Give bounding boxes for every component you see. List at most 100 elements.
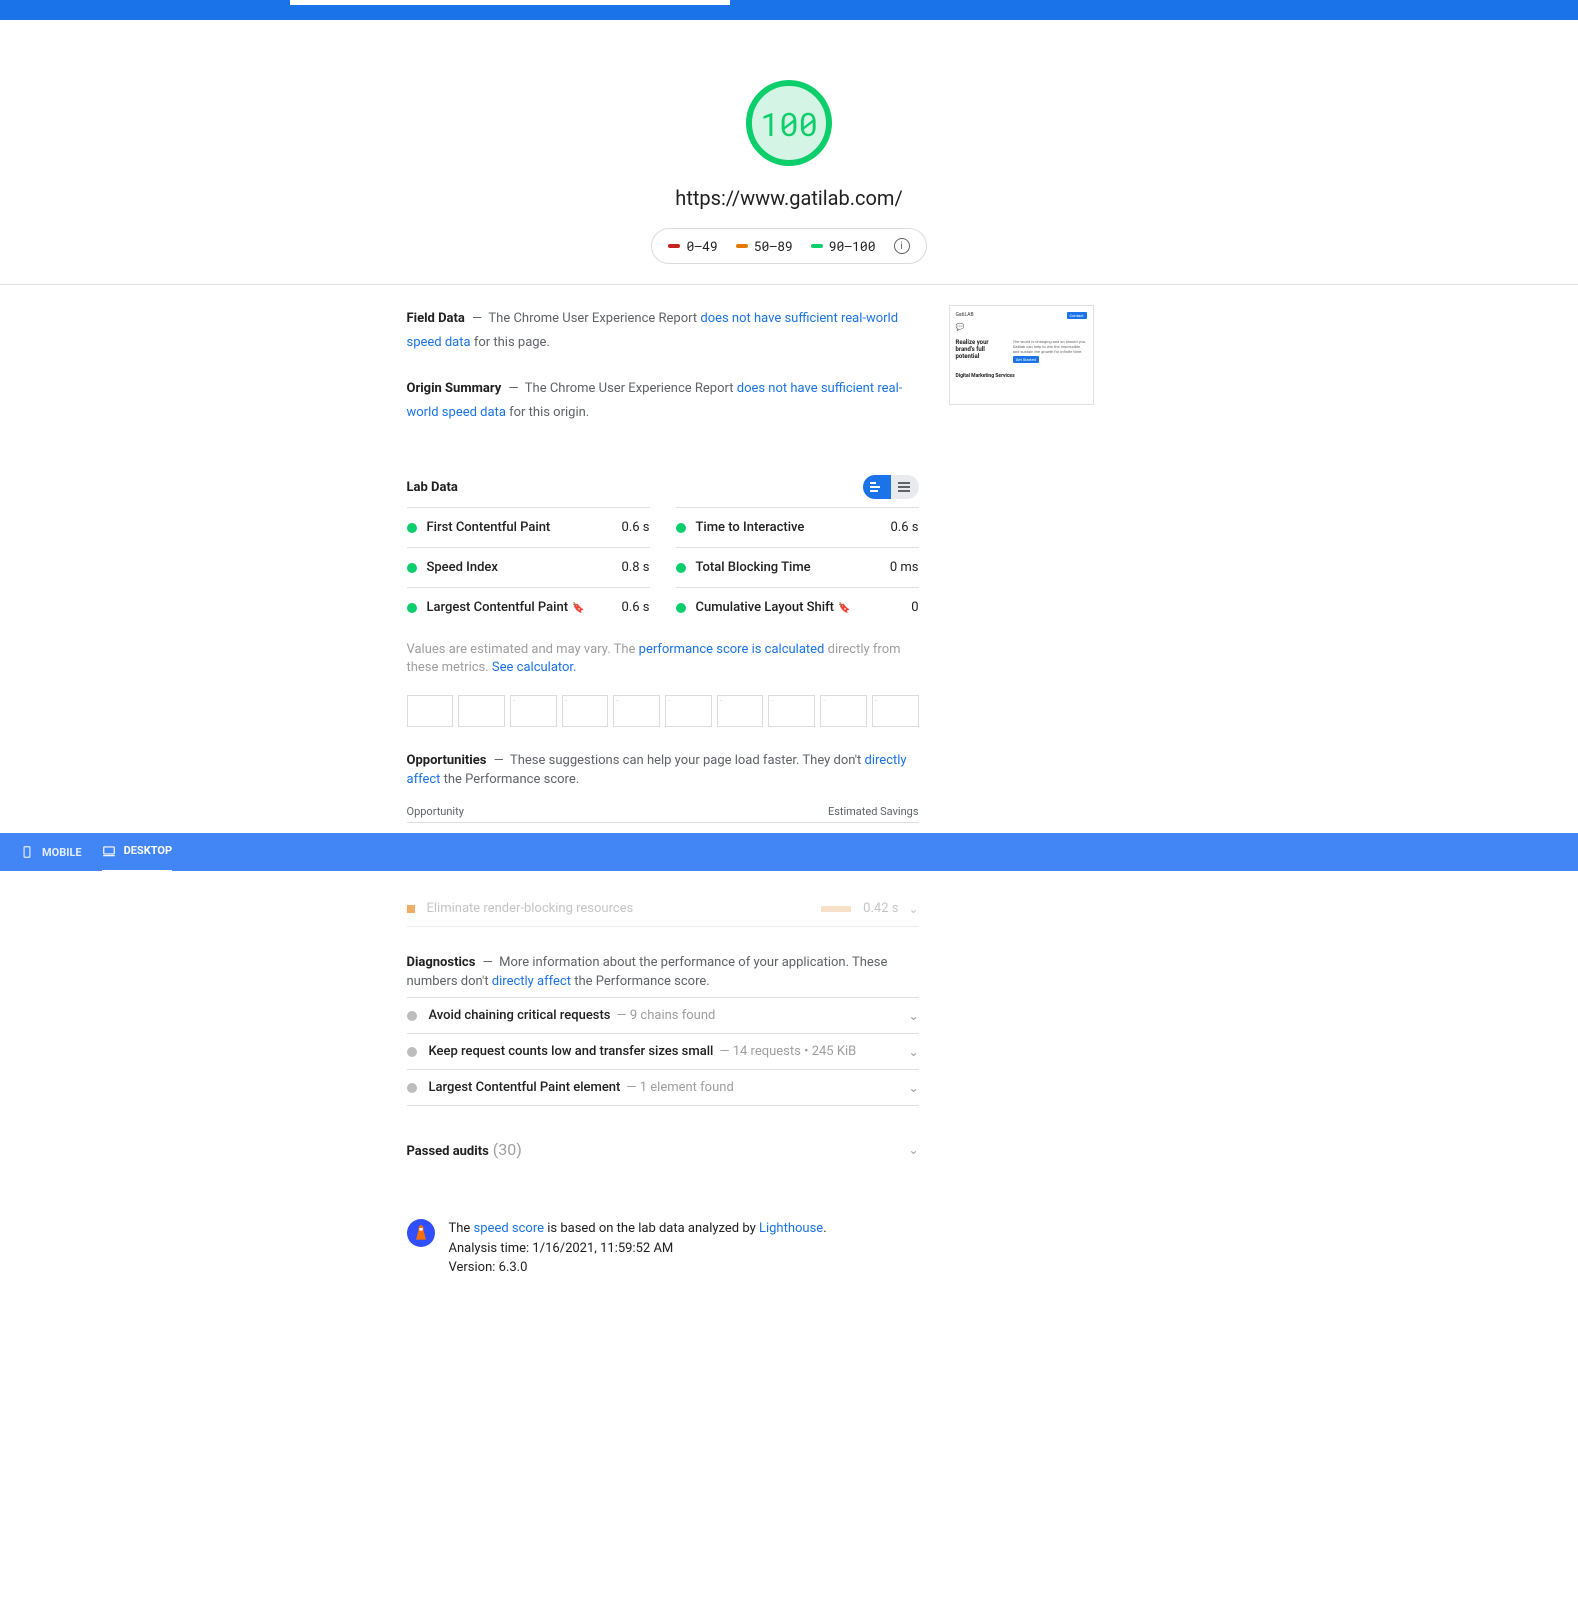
film-frame: ... <box>562 695 609 727</box>
metric-row: Time to Interactive 0.6 s <box>676 507 919 547</box>
device-tabs: MOBILE DESKTOP <box>0 833 1578 871</box>
chevron-down-icon: ⌄ <box>908 1081 918 1095</box>
metric-name: Time to Interactive <box>696 520 891 535</box>
metric-value: 0.6 s <box>622 520 650 535</box>
score-value: 100 <box>760 102 818 145</box>
metric-status-dot <box>407 563 417 573</box>
diag-status-dot <box>407 1047 417 1057</box>
legend-green-dash <box>811 244 823 248</box>
film-frame <box>407 695 454 727</box>
opp-name: Eliminate render-blocking resources <box>427 901 822 916</box>
origin-summary-label: Origin Summary <box>407 381 502 396</box>
film-frame: ... <box>510 695 557 727</box>
lighthouse-logo <box>407 1219 435 1247</box>
metric-name: Speed Index <box>427 560 622 575</box>
field-data-block: Field Data — The Chrome User Experience … <box>407 305 919 353</box>
score-legend: 0–49 50–89 90–100 i <box>651 228 926 264</box>
legend-orange-dash <box>736 244 748 248</box>
metric-status-dot <box>676 603 686 613</box>
opp-value: 0.42 s <box>863 901 898 916</box>
score-gauge: 100 <box>746 80 832 166</box>
metric-name: Largest Contentful Paint🔖 <box>427 600 622 615</box>
diagnostic-item[interactable]: Keep request counts low and transfer siz… <box>407 1034 919 1070</box>
analysis-time: Analysis time: 1/16/2021, 11:59:52 AM <box>449 1239 827 1259</box>
bookmark-icon: 🔖 <box>572 603 584 614</box>
diag-name: Avoid chaining critical requests <box>429 1008 611 1023</box>
metric-status-dot <box>676 563 686 573</box>
filmstrip: ... ... ... ... ... ... ... ... <box>407 695 919 727</box>
passed-label: Passed audits <box>407 1144 489 1159</box>
diagnostics-label: Diagnostics <box>407 955 476 970</box>
diagnostic-item[interactable]: Largest Contentful Paint element — 1 ele… <box>407 1070 919 1106</box>
diagnostic-item[interactable]: Avoid chaining critical requests — 9 cha… <box>407 997 919 1034</box>
diag-detail: — 9 chains found <box>617 1008 909 1023</box>
toggle-compact[interactable] <box>891 475 919 499</box>
film-frame: ... <box>768 695 815 727</box>
metric-value: 0.8 s <box>622 560 650 575</box>
chevron-down-icon: ⌄ <box>908 1009 918 1023</box>
footer-info: The speed score is based on the lab data… <box>407 1219 919 1278</box>
speed-score-link[interactable]: speed score <box>474 1221 544 1236</box>
opp-bar <box>821 906 851 912</box>
film-frame <box>458 695 505 727</box>
info-icon[interactable]: i <box>894 238 910 254</box>
calc-link[interactable]: performance score is calculated <box>639 642 825 657</box>
metric-status-dot <box>407 523 417 533</box>
lab-data-label: Lab Data <box>407 480 458 495</box>
metric-status-dot <box>407 603 417 613</box>
film-frame: ... <box>717 695 764 727</box>
metric-name: Cumulative Layout Shift🔖 <box>696 600 912 615</box>
diag-name: Keep request counts low and transfer siz… <box>429 1044 714 1059</box>
passed-count: (30) <box>493 1140 522 1159</box>
metric-row: First Contentful Paint 0.6 s <box>407 507 650 547</box>
diag-status-dot <box>407 1083 417 1093</box>
diagnostics-affect-link[interactable]: directly affect <box>492 974 571 989</box>
view-toggle <box>863 475 919 499</box>
metric-note: Values are estimated and may vary. The p… <box>407 641 919 677</box>
opp-status-dot <box>407 905 415 913</box>
diag-status-dot <box>407 1011 417 1021</box>
film-frame: ... <box>665 695 712 727</box>
toggle-detailed[interactable] <box>863 475 891 499</box>
metric-value: 0.6 s <box>622 600 650 615</box>
chevron-down-icon: ⌄ <box>908 1045 918 1059</box>
version: Version: 6.3.0 <box>449 1258 827 1278</box>
opp-col-name: Opportunity <box>407 805 464 818</box>
metric-name: Total Blocking Time <box>696 560 890 575</box>
metric-row: Cumulative Layout Shift🔖 0 <box>676 587 919 627</box>
diag-detail: — 1 element found <box>626 1080 908 1095</box>
metric-value: 0 ms <box>890 560 919 575</box>
legend-red-dash <box>668 244 680 248</box>
top-bar <box>0 0 1578 20</box>
bookmark-icon: 🔖 <box>838 603 850 614</box>
tab-mobile[interactable]: MOBILE <box>20 833 82 871</box>
lighthouse-link[interactable]: Lighthouse <box>759 1221 823 1236</box>
diag-name: Largest Contentful Paint element <box>429 1080 621 1095</box>
metric-name: First Contentful Paint <box>427 520 622 535</box>
chevron-down-icon: ⌄ <box>908 902 918 916</box>
calculator-link[interactable]: See calculator. <box>492 660 577 675</box>
mobile-icon <box>20 845 34 859</box>
tab-desktop[interactable]: DESKTOP <box>102 832 172 873</box>
metric-row: Largest Contentful Paint🔖 0.6 s <box>407 587 650 627</box>
passed-audits-toggle[interactable]: Passed audits (30) ⌄ <box>407 1130 919 1169</box>
film-frame: ... <box>820 695 867 727</box>
film-frame: ... <box>613 695 660 727</box>
url-search-input[interactable] <box>290 0 730 5</box>
opp-col-savings: Estimated Savings <box>828 805 919 818</box>
origin-summary-block: Origin Summary — The Chrome User Experie… <box>407 375 919 423</box>
opportunities-label: Opportunities <box>407 753 487 768</box>
chevron-down-icon: ⌄ <box>908 1143 918 1157</box>
score-section: 100 https://www.gatilab.com/ 0–49 50–89 … <box>0 20 1578 285</box>
metric-status-dot <box>676 523 686 533</box>
metric-row: Total Blocking Time 0 ms <box>676 547 919 587</box>
film-frame: ... <box>872 695 919 727</box>
page-url: https://www.gatilab.com/ <box>0 186 1578 210</box>
field-data-label: Field Data <box>407 311 465 326</box>
opportunity-item[interactable]: Eliminate render-blocking resources 0.42… <box>407 891 919 927</box>
diag-detail: — 14 requests • 245 KiB <box>719 1044 908 1059</box>
metric-row: Speed Index 0.8 s <box>407 547 650 587</box>
page-thumbnail[interactable]: GatiLABContact 💬 Realize your brand's fu… <box>949 305 1094 405</box>
metric-value: 0.6 s <box>891 520 919 535</box>
metric-value: 0 <box>911 600 918 615</box>
